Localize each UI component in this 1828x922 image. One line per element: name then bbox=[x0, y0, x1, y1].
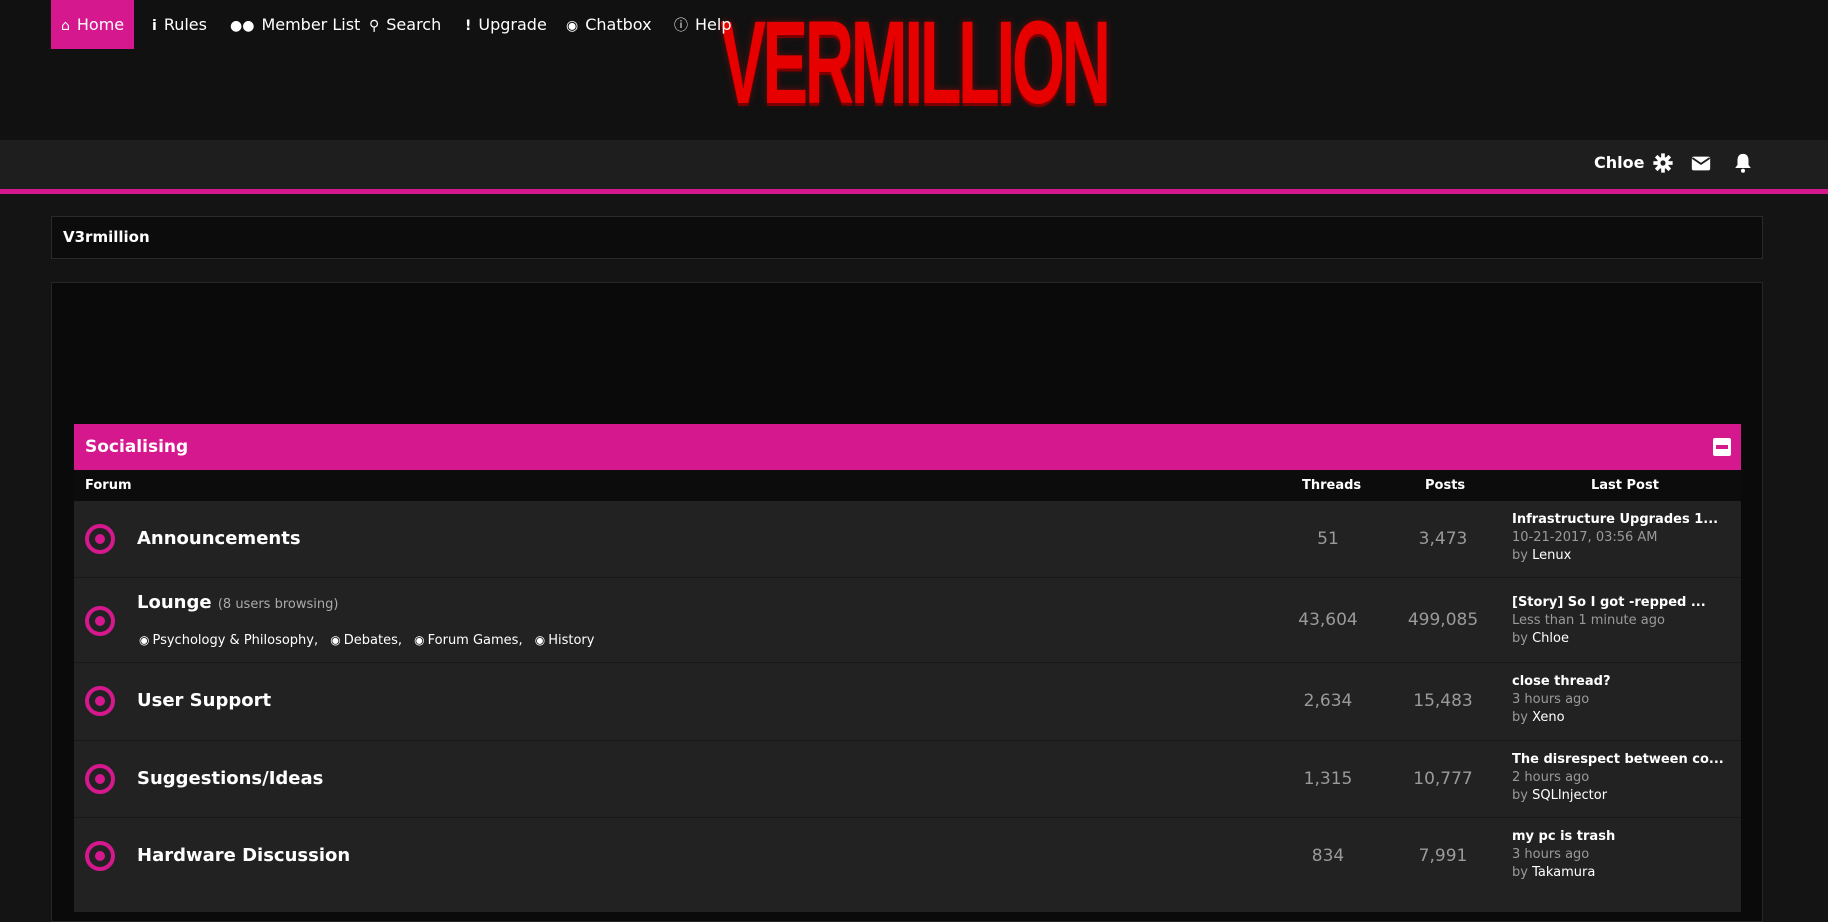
breadcrumb-home-link[interactable]: V3rmillion bbox=[63, 217, 150, 258]
last-post-author[interactable]: Xeno bbox=[1532, 710, 1565, 725]
last-post-date: 3 hours ago bbox=[1512, 692, 1590, 707]
forum-name-link: Lounge (8 users browsing) bbox=[137, 592, 338, 613]
comment-icon: ◉ bbox=[534, 633, 546, 647]
nav-member-list[interactable]: ●● Member List bbox=[230, 0, 360, 49]
forum-name-link[interactable]: Hardware Discussion bbox=[137, 845, 350, 866]
forum-status-icon bbox=[85, 841, 115, 871]
last-post-info: Infrastructure Upgrades 1... 10-21-2017,… bbox=[1512, 512, 1718, 563]
col-forum: Forum bbox=[85, 478, 132, 493]
envelope-icon[interactable] bbox=[1690, 152, 1712, 174]
last-post-by-label: by bbox=[1512, 710, 1528, 725]
forum-posts-count: 3,473 bbox=[1418, 529, 1468, 549]
exclamation-icon: ! bbox=[465, 18, 472, 34]
last-post-info: close thread? 3 hours ago by Xeno bbox=[1512, 674, 1611, 725]
forum-status-icon bbox=[85, 524, 115, 554]
last-post-title[interactable]: Infrastructure Upgrades 1... bbox=[1512, 512, 1718, 527]
forum-row: Hardware Discussion 834 7,991 my pc is t… bbox=[74, 818, 1741, 895]
last-post-by-label: by bbox=[1512, 788, 1528, 803]
last-post-author[interactable]: Takamura bbox=[1532, 865, 1595, 880]
breadcrumb: V3rmillion bbox=[51, 216, 1763, 259]
subforum-list: ◉ Psychology & Philosophy, ◉ Debates, ◉ For… bbox=[139, 633, 602, 648]
forum-threads-count: 2,634 bbox=[1303, 691, 1353, 711]
forum-row: User Support 2,634 15,483 close thread? … bbox=[74, 663, 1741, 741]
forum-threads-count: 43,604 bbox=[1298, 610, 1358, 630]
col-last-post: Last Post bbox=[1591, 478, 1659, 493]
nav-upgrade[interactable]: ! Upgrade bbox=[465, 0, 547, 49]
last-post-date: Less than 1 minute ago bbox=[1512, 613, 1665, 628]
last-post-date: 2 hours ago bbox=[1512, 770, 1590, 785]
forum-name-link[interactable]: User Support bbox=[137, 690, 271, 711]
last-post-title[interactable]: close thread? bbox=[1512, 674, 1611, 689]
category-header: Socialising bbox=[74, 424, 1741, 470]
last-post-info: The disrespect between co... 2 hours ago… bbox=[1512, 752, 1724, 803]
nav-home[interactable]: ⌂ Home bbox=[51, 0, 135, 49]
col-threads: Threads bbox=[1302, 478, 1362, 493]
bell-icon[interactable] bbox=[1732, 152, 1754, 174]
forum-row: Suggestions/Ideas 1,315 10,777 The disre… bbox=[74, 741, 1741, 818]
forum-row-partial bbox=[74, 894, 1741, 912]
gear-icon[interactable] bbox=[1652, 152, 1674, 174]
last-post-date: 10-21-2017, 03:56 AM bbox=[1512, 530, 1658, 545]
comment-icon: ◉ bbox=[566, 18, 579, 34]
forum-name-link[interactable]: Announcements bbox=[137, 528, 301, 549]
last-post-info: [Story] So I got -repped ... Less than 1… bbox=[1512, 595, 1706, 646]
last-post-by-label: by bbox=[1512, 631, 1528, 646]
forum-row: Announcements 51 3,473 Infrastructure Up… bbox=[74, 501, 1741, 578]
forum-posts-count: 15,483 bbox=[1413, 691, 1473, 711]
forum-threads-count: 1,315 bbox=[1303, 769, 1353, 789]
forum-threads-count: 51 bbox=[1317, 529, 1339, 549]
comment-icon: ◉ bbox=[330, 633, 341, 647]
comment-icon: ◉ bbox=[414, 633, 425, 647]
home-icon: ⌂ bbox=[61, 18, 70, 34]
forum-name-link[interactable]: Suggestions/Ideas bbox=[137, 768, 323, 789]
main-navbar bbox=[0, 140, 1828, 194]
collapse-icon[interactable] bbox=[1713, 438, 1731, 456]
category-title[interactable]: Socialising bbox=[85, 424, 188, 470]
comment-icon: ◉ bbox=[139, 633, 150, 647]
subforum-link[interactable]: ◉ History bbox=[535, 633, 595, 648]
subforum-link[interactable]: ◉ Psychology & Philosophy, bbox=[139, 633, 318, 648]
col-posts: Posts bbox=[1425, 478, 1466, 493]
nav-rules[interactable]: i Rules bbox=[152, 0, 207, 49]
info-icon: i bbox=[152, 18, 157, 34]
forum-posts-count: 10,777 bbox=[1413, 769, 1473, 789]
last-post-by-label: by bbox=[1512, 865, 1528, 880]
last-post-date: 3 hours ago bbox=[1512, 847, 1590, 862]
last-post-title[interactable]: my pc is trash bbox=[1512, 829, 1615, 844]
last-post-author[interactable]: SQLInjector bbox=[1532, 788, 1607, 803]
nav-search[interactable]: ⚲ Search bbox=[369, 0, 441, 49]
forum-posts-count: 7,991 bbox=[1418, 846, 1468, 866]
forum-title[interactable]: Lounge bbox=[137, 592, 212, 613]
last-post-author[interactable]: Chloe bbox=[1532, 631, 1569, 646]
last-post-author[interactable]: Lenux bbox=[1532, 548, 1571, 563]
forum-threads-count: 834 bbox=[1311, 846, 1345, 866]
forum-table-header: Forum Threads Posts Last Post bbox=[74, 470, 1741, 501]
subforum-link[interactable]: ◉ Debates, bbox=[330, 633, 402, 648]
browsing-count: (8 users browsing) bbox=[217, 597, 339, 612]
forum-row: Lounge (8 users browsing) ◉ Psychology & … bbox=[74, 578, 1741, 663]
last-post-title[interactable]: [Story] So I got -repped ... bbox=[1512, 595, 1706, 610]
subforum-link[interactable]: ◉ Forum Games, bbox=[414, 633, 522, 648]
nav-chatbox[interactable]: ◉ Chatbox bbox=[566, 0, 652, 49]
last-post-info: my pc is trash 3 hours ago by Takamura bbox=[1512, 829, 1615, 880]
search-icon: ⚲ bbox=[369, 18, 380, 34]
forum-status-icon bbox=[85, 606, 115, 636]
forum-status-icon bbox=[85, 686, 115, 716]
users-icon: ●● bbox=[230, 18, 255, 34]
user-menu-name[interactable]: Chloe bbox=[1594, 140, 1644, 185]
nav-help[interactable]: ⓘ Help bbox=[674, 0, 731, 49]
last-post-title[interactable]: The disrespect between co... bbox=[1512, 752, 1724, 767]
forum-posts-count: 499,085 bbox=[1407, 610, 1479, 630]
info-circle-icon: ⓘ bbox=[674, 18, 688, 34]
last-post-by-label: by bbox=[1512, 548, 1528, 563]
forum-status-icon bbox=[85, 764, 115, 794]
